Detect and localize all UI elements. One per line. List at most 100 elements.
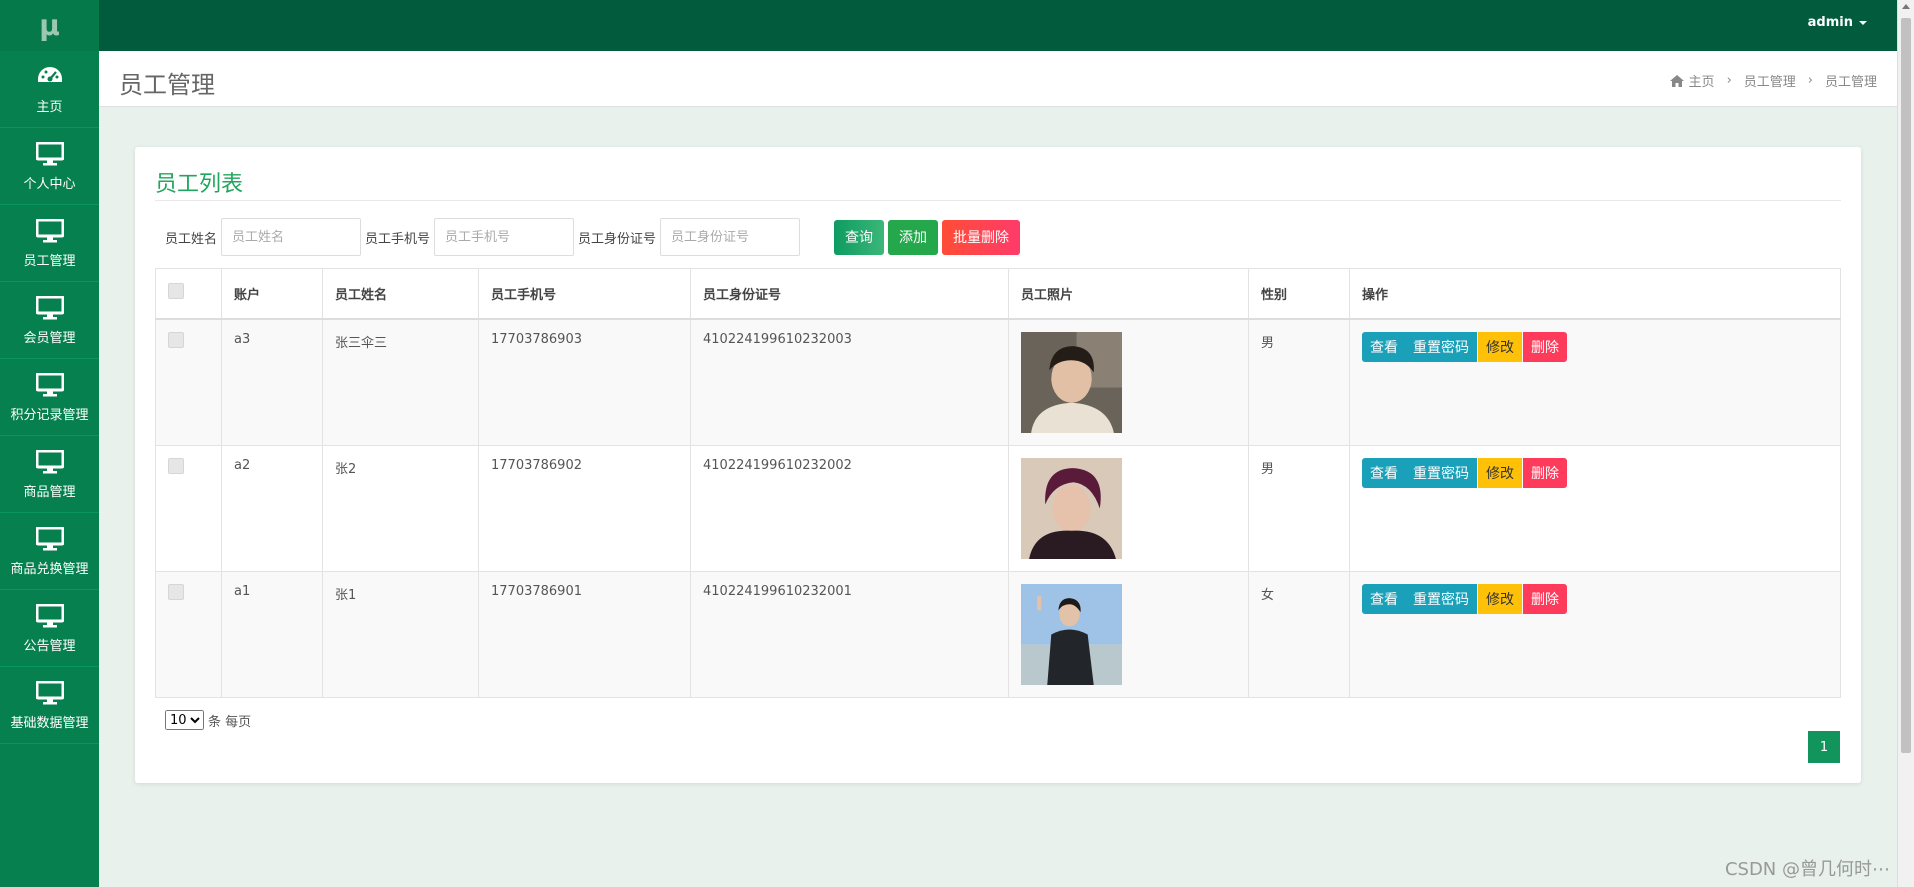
view-button[interactable]: 查看 bbox=[1362, 457, 1406, 488]
sidebar-item-products[interactable]: 商品管理 bbox=[0, 436, 99, 513]
breadcrumb-home[interactable]: 主页 bbox=[1689, 71, 1715, 90]
breadcrumb-separator: › bbox=[1807, 73, 1813, 88]
delete-button[interactable]: 删除 bbox=[1523, 583, 1567, 614]
phone-cell: 17703786901 bbox=[478, 570, 691, 698]
logo[interactable]: μ bbox=[0, 0, 99, 51]
bulk-delete-button[interactable]: 批量删除 bbox=[942, 219, 1021, 255]
scrollbar-thumb[interactable] bbox=[1901, 18, 1911, 753]
breadcrumb: 主页 › 员工管理 › 员工管理 bbox=[1669, 71, 1877, 90]
topbar: admin bbox=[99, 0, 1897, 51]
scroll-up-arrow-icon[interactable] bbox=[1902, 4, 1910, 9]
query-button[interactable]: 查询 bbox=[834, 219, 885, 255]
page-size-control: 10 条 每页 bbox=[165, 710, 251, 730]
phone-filter-label: 员工手机号 bbox=[365, 231, 431, 247]
gender-cell: 男 bbox=[1248, 318, 1350, 446]
user-name: admin bbox=[1807, 15, 1853, 30]
edit-button[interactable]: 修改 bbox=[1478, 457, 1522, 488]
employee-photo[interactable] bbox=[1021, 331, 1122, 433]
sidebar-item-label: 会员管理 bbox=[23, 330, 76, 346]
monitor-icon bbox=[35, 218, 65, 244]
name-filter-label: 员工姓名 bbox=[165, 231, 218, 247]
card-title: 员工列表 bbox=[155, 172, 244, 197]
sidebar-item-exchange[interactable]: 商品兑换管理 bbox=[0, 513, 99, 590]
actions-cell: 查看 重置密码 修改 删除 bbox=[1349, 570, 1841, 698]
employee-table: 账户 员工姓名 员工手机号 员工身份证号 员工照片 性别 操作 a3 张三伞三 … bbox=[155, 268, 1841, 698]
account-cell: a1 bbox=[221, 570, 323, 698]
phone-cell: 17703786903 bbox=[478, 318, 691, 446]
column-header[interactable]: 账户 bbox=[221, 268, 323, 320]
gender-cell: 男 bbox=[1248, 444, 1350, 572]
add-button[interactable]: 添加 bbox=[888, 219, 939, 255]
divider bbox=[155, 200, 1841, 201]
home-icon bbox=[1669, 74, 1684, 87]
per-page-label: 条 每页 bbox=[208, 714, 252, 730]
breadcrumb-separator: › bbox=[1726, 73, 1732, 88]
monitor-icon bbox=[35, 449, 65, 475]
row-checkbox[interactable] bbox=[168, 457, 184, 474]
actions-cell: 查看 重置密码 修改 删除 bbox=[1349, 444, 1841, 572]
sidebar-item-basedata[interactable]: 基础数据管理 bbox=[0, 667, 99, 744]
column-header[interactable]: 操作 bbox=[1349, 268, 1841, 320]
employee-photo[interactable] bbox=[1021, 457, 1122, 559]
row-checkbox-cell bbox=[155, 444, 222, 572]
sidebar-item-label: 员工管理 bbox=[23, 253, 76, 269]
sidebar-item-label: 商品管理 bbox=[23, 484, 76, 500]
reset-password-button[interactable]: 重置密码 bbox=[1405, 457, 1477, 488]
name-filter-input[interactable] bbox=[221, 218, 362, 256]
column-header[interactable]: 员工手机号 bbox=[478, 268, 691, 320]
column-header[interactable]: 员工照片 bbox=[1008, 268, 1249, 320]
photo-cell bbox=[1008, 318, 1249, 446]
sidebar-item-notices[interactable]: 公告管理 bbox=[0, 590, 99, 667]
id-filter-input[interactable] bbox=[660, 218, 801, 256]
user-menu[interactable]: admin bbox=[1808, 15, 1867, 30]
column-header[interactable]: 员工身份证号 bbox=[690, 268, 1009, 320]
edit-button[interactable]: 修改 bbox=[1478, 331, 1522, 362]
sidebar-item-home[interactable]: 主页 bbox=[0, 51, 99, 128]
breadcrumb-item[interactable]: 员工管理 bbox=[1744, 71, 1796, 90]
name-cell: 张三伞三 bbox=[322, 318, 479, 446]
delete-button[interactable]: 删除 bbox=[1523, 457, 1567, 488]
photo-cell bbox=[1008, 570, 1249, 698]
gender-cell: 女 bbox=[1248, 570, 1350, 698]
breadcrumb-current: 员工管理 bbox=[1824, 75, 1877, 90]
page-title: 员工管理 bbox=[119, 71, 215, 99]
sidebar-item-employees[interactable]: 员工管理 bbox=[0, 205, 99, 282]
account-cell: a2 bbox=[221, 444, 323, 572]
photo-cell bbox=[1008, 444, 1249, 572]
table-row: a2 张2 17703786902 410224199610232002 男 查… bbox=[155, 444, 1841, 572]
employee-photo[interactable] bbox=[1021, 583, 1122, 685]
row-checkbox[interactable] bbox=[168, 583, 184, 600]
filter-bar: 员工姓名 员工手机号 员工身份证号 查询 添加 批量删除 bbox=[165, 217, 1021, 257]
row-checkbox[interactable] bbox=[168, 331, 184, 348]
phone-filter-input[interactable] bbox=[434, 218, 575, 256]
view-button[interactable]: 查看 bbox=[1362, 583, 1406, 614]
reset-password-button[interactable]: 重置密码 bbox=[1405, 331, 1477, 362]
select-all-checkbox[interactable] bbox=[168, 283, 184, 300]
idno-cell: 410224199610232003 bbox=[690, 318, 1009, 446]
page-header: 员工管理 主页 › 员工管理 › 员工管理 bbox=[99, 51, 1897, 107]
actions-cell: 查看 重置密码 修改 删除 bbox=[1349, 318, 1841, 446]
sidebar-item-label: 商品兑换管理 bbox=[10, 561, 89, 577]
view-button[interactable]: 查看 bbox=[1362, 331, 1406, 362]
column-header[interactable]: 员工姓名 bbox=[322, 268, 479, 320]
monitor-icon bbox=[35, 141, 65, 167]
page-size-select[interactable]: 10 bbox=[165, 710, 204, 730]
table-row: a3 张三伞三 17703786903 410224199610232003 男… bbox=[155, 318, 1841, 446]
delete-button[interactable]: 删除 bbox=[1523, 331, 1567, 362]
page-1-button[interactable]: 1 bbox=[1808, 731, 1840, 763]
edit-button[interactable]: 修改 bbox=[1478, 583, 1522, 614]
table-row: a1 张1 17703786901 410224199610232001 女 查… bbox=[155, 570, 1841, 698]
sidebar-item-label: 个人中心 bbox=[23, 176, 76, 192]
select-all-cell bbox=[155, 268, 222, 320]
monitor-icon bbox=[35, 372, 65, 398]
monitor-icon bbox=[35, 295, 65, 321]
sidebar-item-members[interactable]: 会员管理 bbox=[0, 282, 99, 359]
row-checkbox-cell bbox=[155, 318, 222, 446]
sidebar-item-points[interactable]: 积分记录管理 bbox=[0, 359, 99, 436]
reset-password-button[interactable]: 重置密码 bbox=[1405, 583, 1477, 614]
table-header-row: 账户 员工姓名 员工手机号 员工身份证号 员工照片 性别 操作 bbox=[155, 268, 1841, 320]
scrollbar[interactable] bbox=[1897, 0, 1914, 887]
sidebar-item-label: 主页 bbox=[36, 99, 63, 115]
column-header[interactable]: 性别 bbox=[1248, 268, 1350, 320]
sidebar-item-profile[interactable]: 个人中心 bbox=[0, 128, 99, 205]
